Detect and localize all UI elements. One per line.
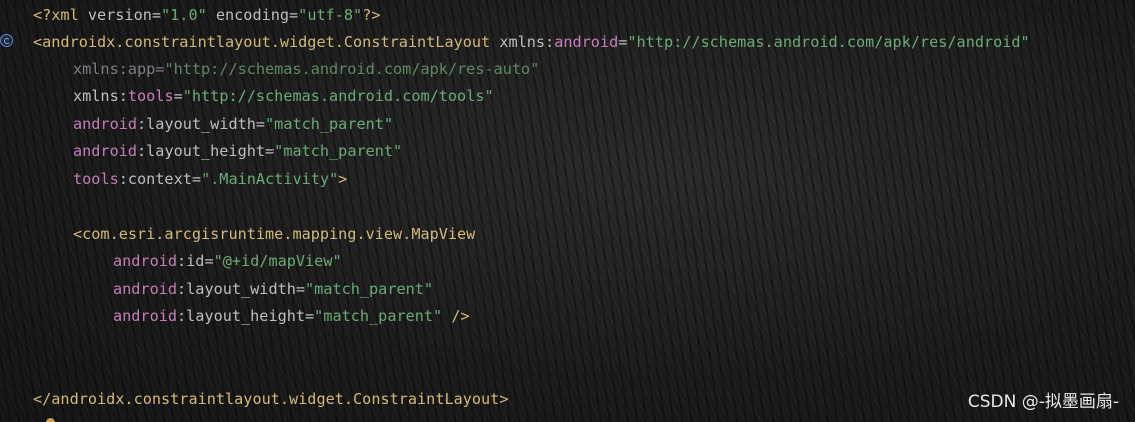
- code-editor[interactable]: <?xml version="1.0" encoding="utf-8"?> <…: [0, 0, 1135, 422]
- code-line-5: android:layout_width="match_parent": [73, 115, 394, 133]
- code-line-15: </androidx.constraintlayout.widget.Const…: [33, 390, 509, 408]
- code-line-6: android:layout_height="match_parent": [73, 142, 403, 160]
- code-line-2: <androidx.constraintlayout.widget.Constr…: [33, 33, 1030, 51]
- intention-bulb-icon[interactable]: [46, 418, 55, 422]
- code-line-9: <com.esri.arcgisruntime.mapping.view.Map…: [73, 225, 476, 243]
- csdn-watermark: CSDN @-拟墨画扇-: [967, 392, 1119, 412]
- code-line-7: tools:context=".MainActivity">: [73, 170, 348, 188]
- code-line-1: <?xml version="1.0" encoding="utf-8"?>: [33, 6, 381, 24]
- code-line-4: xmlns:tools="http://schemas.android.com/…: [73, 87, 494, 105]
- code-line-3: xmlns:app="http://schemas.android.com/ap…: [73, 60, 540, 78]
- code-line-12: android:layout_height="match_parent" />: [113, 307, 470, 325]
- class-reference-icon[interactable]: [0, 34, 13, 47]
- code-line-10: android:id="@+id/mapView": [113, 252, 342, 270]
- code-line-11: android:layout_width="match_parent": [113, 280, 434, 298]
